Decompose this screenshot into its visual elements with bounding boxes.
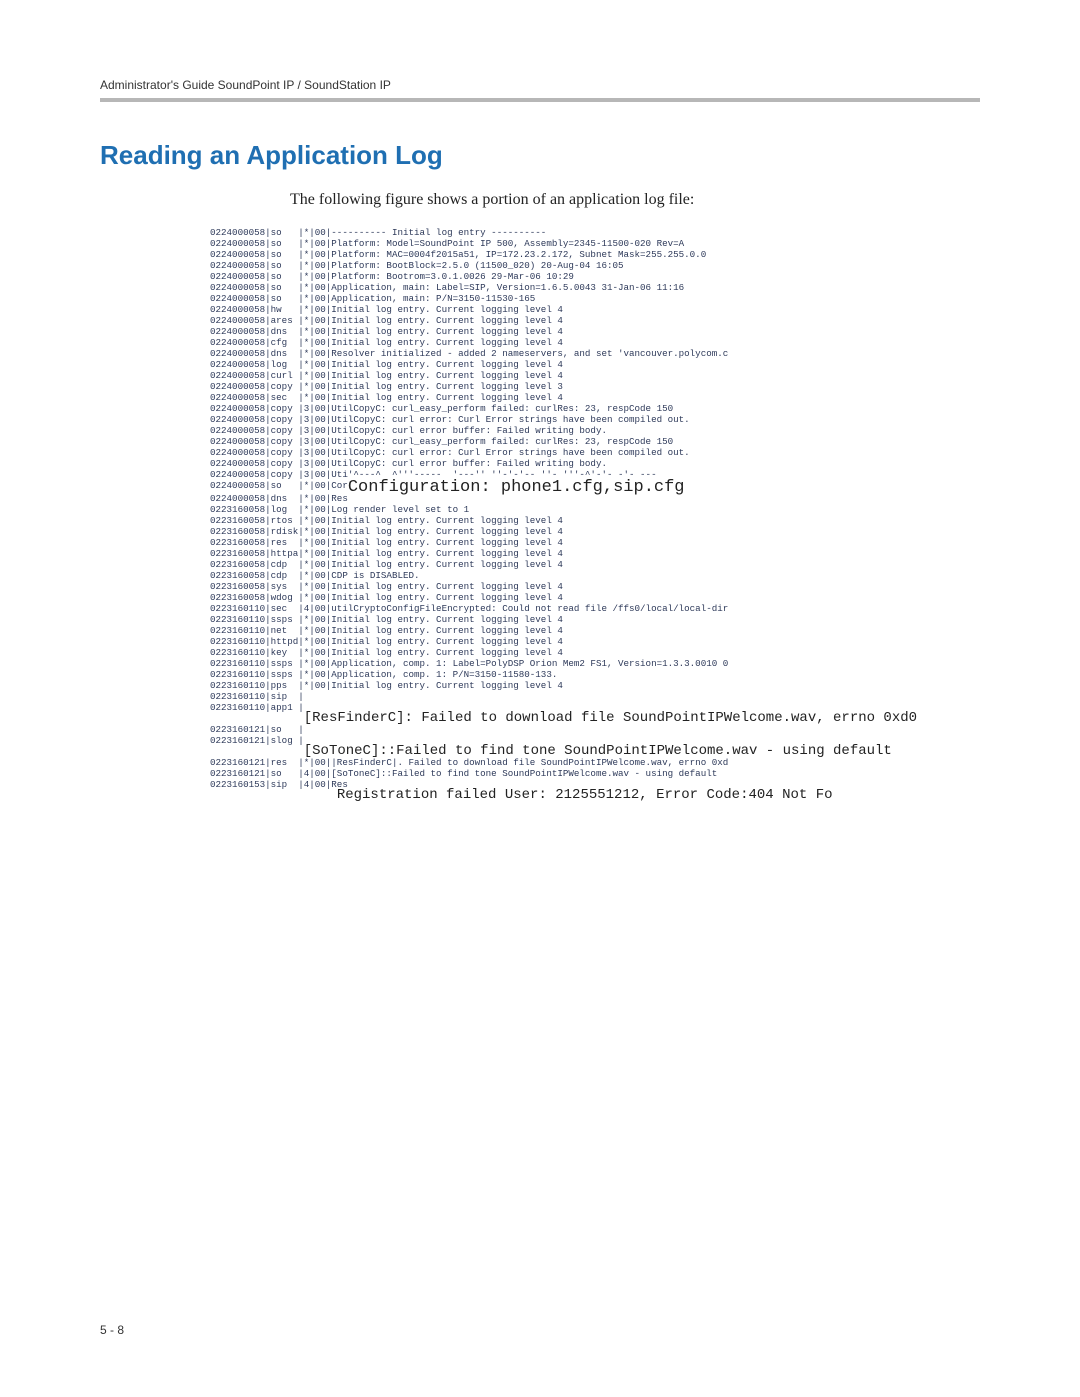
log-line: 0223160058|httpa|*|00|Initial log entry.…: [210, 548, 870, 559]
log-line: 0223160110|sip |: [210, 691, 870, 702]
log-line: 0224000058|copy |3|00|UtilCopyC: curl er…: [210, 425, 870, 436]
log-line: 0224000058|copy |3|00|UtilCopyC: curl_ea…: [210, 403, 870, 414]
log-line: 0224000058|hw |*|00|Initial log entry. C…: [210, 304, 870, 315]
overlay-registration-text: Registration failed User: 2125551212, Er…: [337, 787, 833, 803]
log-overlay-reg-row: Registration failed User: 2125551212, Er…: [210, 790, 870, 801]
header-rule: [100, 98, 980, 102]
log-line: 0224000058|log |*|00|Initial log entry. …: [210, 359, 870, 370]
log-line: 0224000058|so |*|00|---------- Initial l…: [210, 227, 870, 238]
log-overlay-config-a: 0224000058|so |*|00|CorConfiguration: ph…: [210, 480, 870, 493]
log-line: 0224000058|so |*|00|Application, main: P…: [210, 293, 870, 304]
log-line: 0223160058|log |*|00|Log render level se…: [210, 504, 870, 515]
log-line: 0223160110|ssps |*|00|Application, comp.…: [210, 658, 870, 669]
overlay-resfinder-text: [ResFinderC]: Failed to download file So…: [304, 710, 917, 726]
log-line: 0223160110|ssps |*|00|Application, comp.…: [210, 669, 870, 680]
log-line: 0224000058|sec |*|00|Initial log entry. …: [210, 392, 870, 403]
log-line: 0224000058|dns |*|00|Initial log entry. …: [210, 326, 870, 337]
log-line: 0224000058|copy |3|00|UtilCopyC: curl er…: [210, 458, 870, 469]
log-line: 0223160121|so |4|00|[SoToneC]::Failed to…: [210, 768, 870, 779]
log-line: 0223160110|key |*|00|Initial log entry. …: [210, 647, 870, 658]
log-line: 0223160058|rdisk|*|00|Initial log entry.…: [210, 526, 870, 537]
log-figure: 0224000058|so |*|00|---------- Initial l…: [210, 227, 870, 801]
overlay-config-text: Configuration: phone1.cfg,sip.cfg: [348, 482, 685, 493]
log-block-4: 0223160121|res |*|00||ResFinderC|. Faile…: [210, 757, 870, 790]
log-line: 0224000058|ares |*|00|Initial log entry.…: [210, 315, 870, 326]
log-block-2: 0223160058|log |*|00|Log render level se…: [210, 504, 870, 713]
log-line: 0223160110|httpd|*|00|Initial log entry.…: [210, 636, 870, 647]
log-line: 0223160110|sec |4|00|utilCryptoConfigFil…: [210, 603, 870, 614]
log-line: 0224000058|so |*|00|Application, main: L…: [210, 282, 870, 293]
log-line: 0224000058|so |*|00|Platform: Model=Soun…: [210, 238, 870, 249]
log-line: 0224000058|curl |*|00|Initial log entry.…: [210, 370, 870, 381]
log-line: 0223160058|cdp |*|00|Initial log entry. …: [210, 559, 870, 570]
log-line: 0224000058|so |*|00|Platform: Bootrom=3.…: [210, 271, 870, 282]
log-line: 0224000058|cfg |*|00|Initial log entry. …: [210, 337, 870, 348]
log-line: 0224000058|copy |3|00|UtilCopyC: curl er…: [210, 414, 870, 425]
log-line: 0223160110|pps |*|00|Initial log entry. …: [210, 680, 870, 691]
log-line: 0223160058|res |*|00|Initial log entry. …: [210, 537, 870, 548]
log-line: 0223160058|wdog |*|00|Initial log entry.…: [210, 592, 870, 603]
log-overlay-resfinder-row: [ResFinderC]: Failed to download file So…: [210, 713, 870, 724]
log-line: 0223160110|net |*|00|Initial log entry. …: [210, 625, 870, 636]
log-line: 0224000058|copy |*|00|Initial log entry.…: [210, 381, 870, 392]
page-number: 5 - 8: [100, 1323, 124, 1337]
running-header: Administrator's Guide SoundPoint IP / So…: [100, 78, 980, 92]
log-line: 0223160110|ssps |*|00|Initial log entry.…: [210, 614, 870, 625]
log-line: 0223160058|sys |*|00|Initial log entry. …: [210, 581, 870, 592]
log-line: 0224000058|copy |3|00|UtilCopyC: curl er…: [210, 447, 870, 458]
log-line: 0224000058|so |*|00|Platform: MAC=0004f2…: [210, 249, 870, 260]
log-line: 0224000058|so |*|00|Platform: BootBlock=…: [210, 260, 870, 271]
section-title: Reading an Application Log: [100, 140, 980, 171]
log-line: 0224000058|copy |3|00|UtilCopyC: curl_ea…: [210, 436, 870, 447]
log-block-1: 0224000058|so |*|00|---------- Initial l…: [210, 227, 870, 480]
log-line: 0224000058|dns |*|00|Resolver initialize…: [210, 348, 870, 359]
log-overlay-sotone-row: [SoToneC]::Failed to find tone SoundPoin…: [210, 746, 870, 757]
log-line: 0223160058|cdp |*|00|CDP is DISABLED.: [210, 570, 870, 581]
section-intro: The following figure shows a portion of …: [290, 191, 980, 209]
log-line: 0223160058|rtos |*|00|Initial log entry.…: [210, 515, 870, 526]
